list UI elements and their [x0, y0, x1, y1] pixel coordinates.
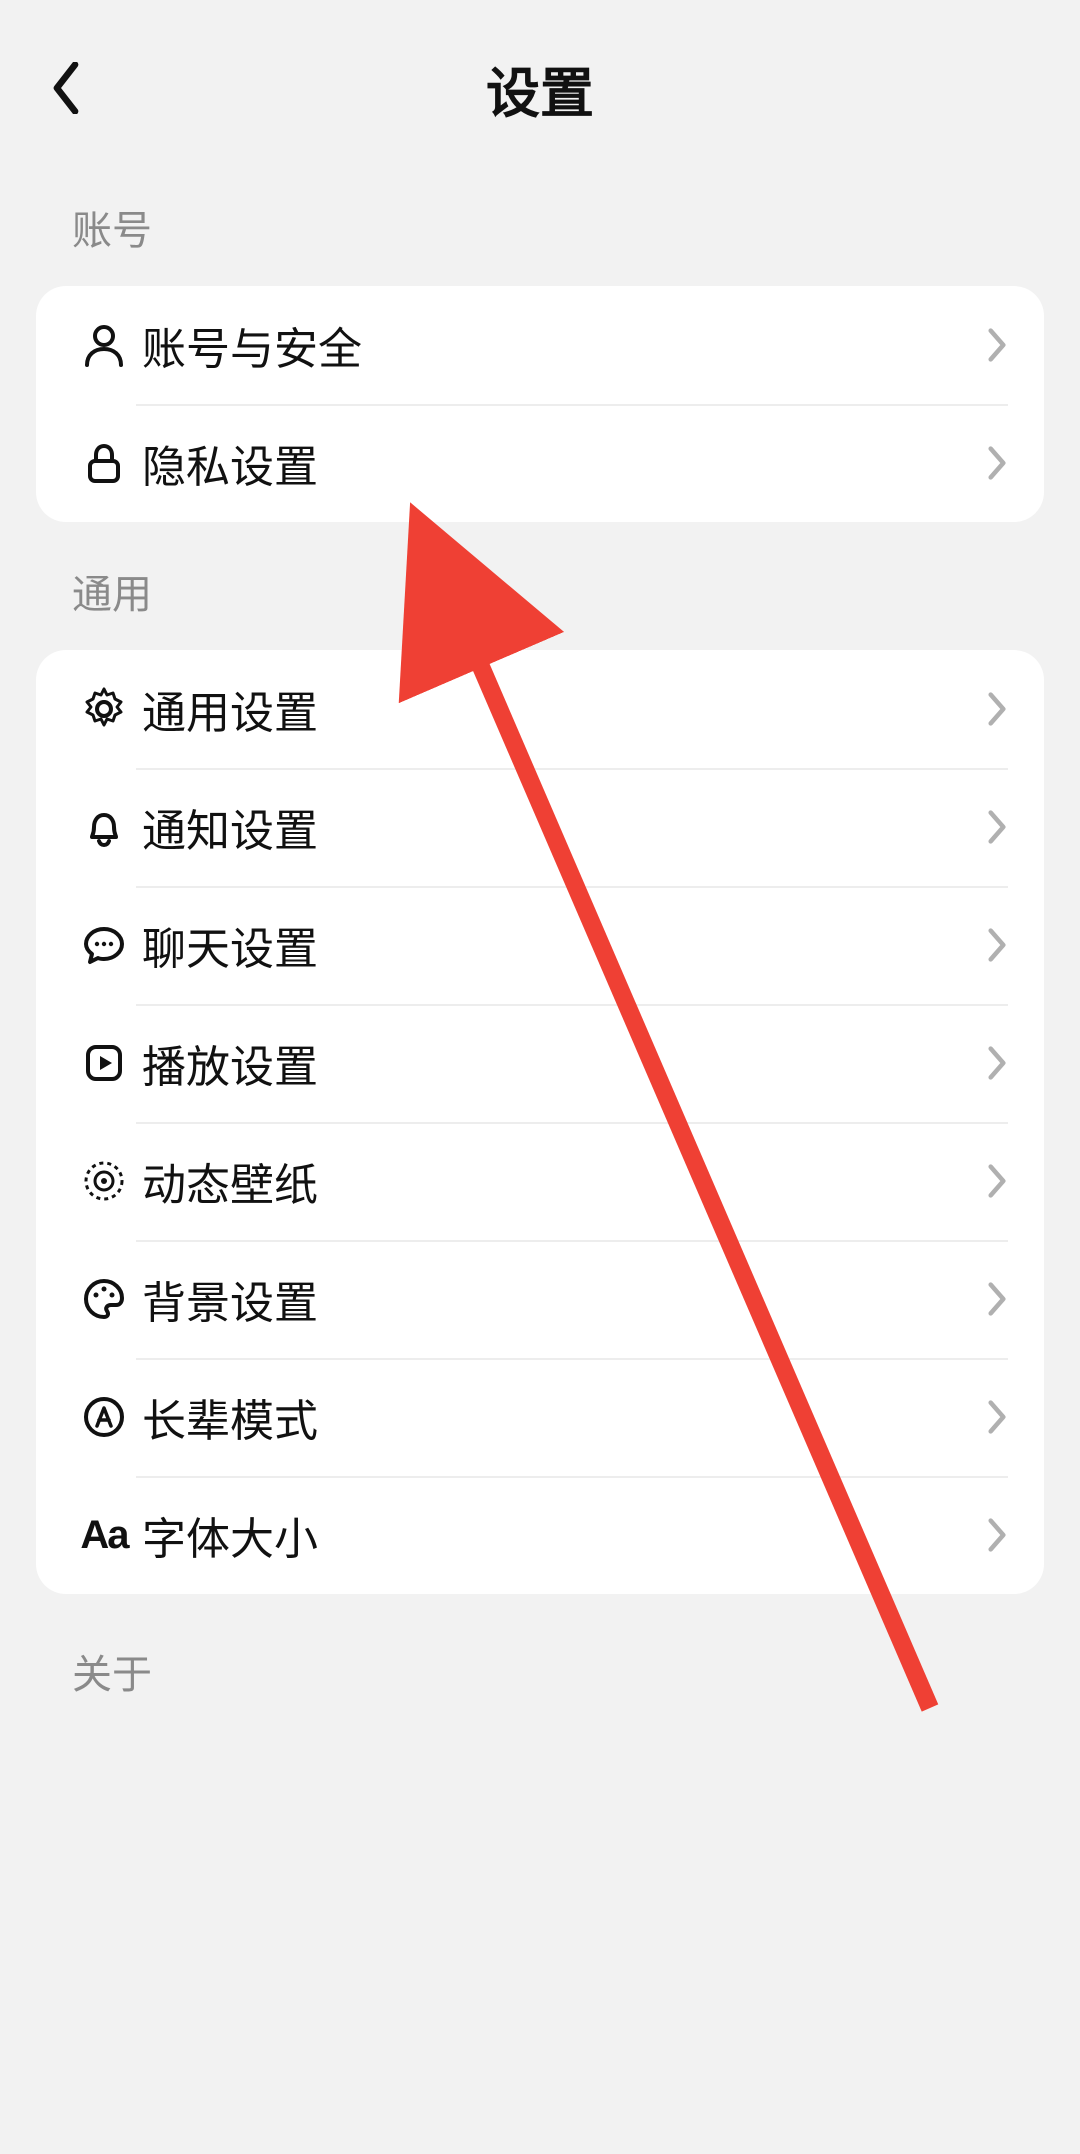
- palette-icon: [80, 1275, 128, 1323]
- row-label: 账号与安全: [142, 313, 986, 377]
- chevron-right-icon: [986, 445, 1008, 481]
- row-label: 字体大小: [142, 1503, 986, 1567]
- chevron-right-icon: [986, 691, 1008, 727]
- row-playback-settings[interactable]: 播放设置: [36, 1004, 1044, 1122]
- chevron-right-icon: [986, 1281, 1008, 1317]
- row-label: 背景设置: [142, 1267, 986, 1331]
- row-background-settings[interactable]: 背景设置: [36, 1240, 1044, 1358]
- row-label: 动态壁纸: [142, 1149, 986, 1213]
- a-circle-icon: [80, 1393, 128, 1441]
- row-chat-settings[interactable]: 聊天设置: [36, 886, 1044, 1004]
- section-label-general: 通用: [0, 532, 1080, 650]
- row-label: 播放设置: [142, 1031, 986, 1095]
- page-title: 设置: [0, 49, 1080, 128]
- row-label: 长辈模式: [142, 1385, 986, 1449]
- chevron-right-icon: [986, 1517, 1008, 1553]
- back-button[interactable]: [36, 58, 96, 118]
- row-label: 隐私设置: [142, 431, 986, 495]
- row-label: 通知设置: [142, 795, 986, 859]
- chevron-right-icon: [986, 927, 1008, 963]
- person-icon: [80, 321, 128, 369]
- chevron-right-icon: [986, 809, 1008, 845]
- lock-icon: [80, 439, 128, 487]
- chevron-right-icon: [986, 1163, 1008, 1199]
- row-font-size[interactable]: Aa 字体大小: [36, 1476, 1044, 1594]
- chevron-right-icon: [986, 1399, 1008, 1435]
- section-label-account: 账号: [0, 168, 1080, 286]
- row-label: 聊天设置: [142, 913, 986, 977]
- chevron-right-icon: [986, 1045, 1008, 1081]
- row-privacy[interactable]: 隐私设置: [36, 404, 1044, 522]
- bell-icon: [80, 803, 128, 851]
- gear-icon: [80, 685, 128, 733]
- row-account-security[interactable]: 账号与安全: [36, 286, 1044, 404]
- chevron-right-icon: [986, 327, 1008, 363]
- wallpaper-icon: [80, 1157, 128, 1205]
- row-general-settings[interactable]: 通用设置: [36, 650, 1044, 768]
- row-elder-mode[interactable]: 长辈模式: [36, 1358, 1044, 1476]
- row-dynamic-wallpaper[interactable]: 动态壁纸: [36, 1122, 1044, 1240]
- aa-icon: Aa: [80, 1513, 127, 1558]
- chevron-left-icon: [50, 62, 82, 114]
- chat-icon: [80, 921, 128, 969]
- section-label-about: 关于: [0, 1612, 1080, 1730]
- section-general: 通用设置 通知设置 聊天设置 播放设置: [36, 650, 1044, 1594]
- play-icon: [80, 1039, 128, 1087]
- section-account: 账号与安全 隐私设置: [36, 286, 1044, 522]
- row-notification-settings[interactable]: 通知设置: [36, 768, 1044, 886]
- row-label: 通用设置: [142, 677, 986, 741]
